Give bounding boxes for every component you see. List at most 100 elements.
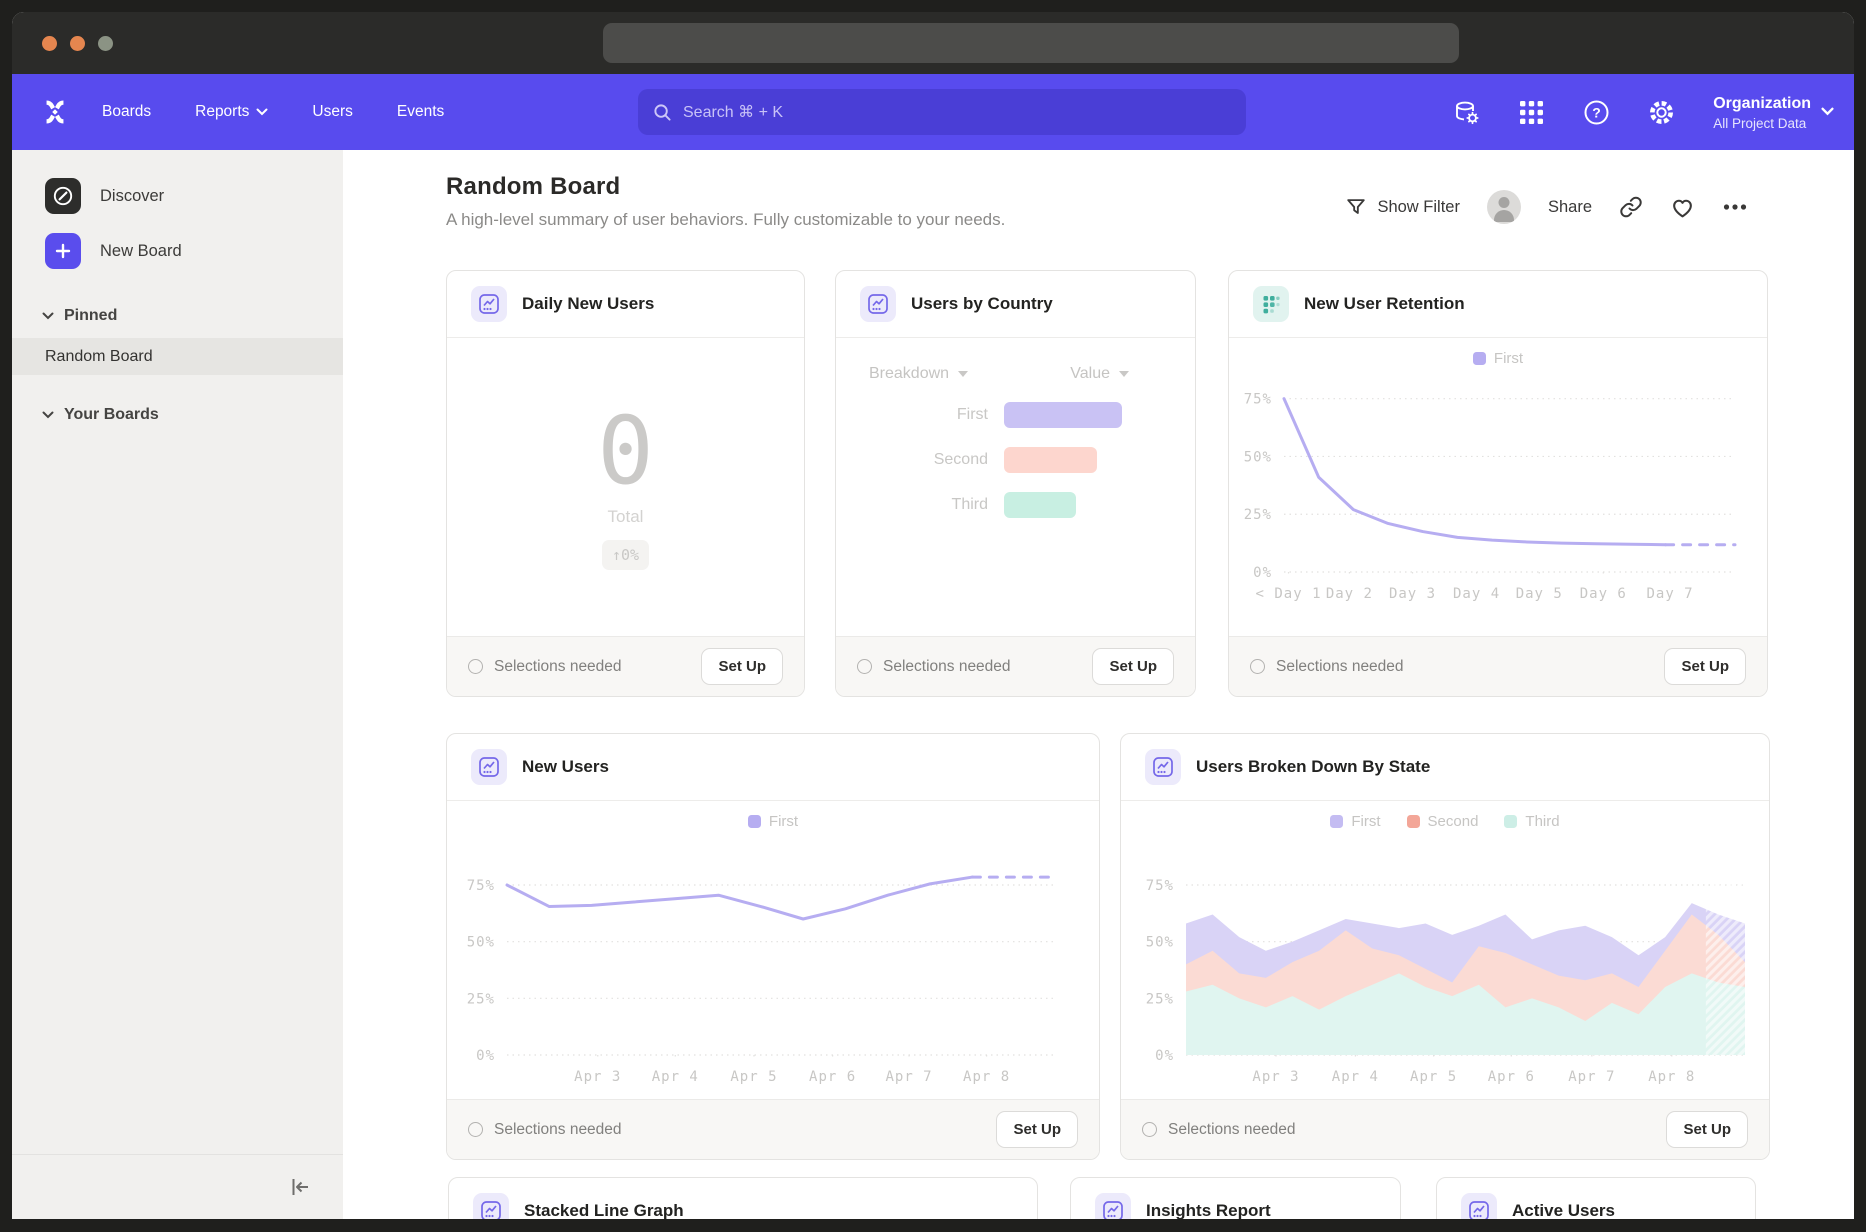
sidebar-section-pinned[interactable]: Pinned (42, 307, 343, 325)
legend-swatch (748, 815, 761, 828)
card-footer: Selections needed Set Up (836, 636, 1195, 696)
line-chart-icon (1145, 749, 1181, 785)
status-text: Selections needed (494, 1121, 622, 1139)
svg-text:75%: 75% (1244, 392, 1272, 408)
svg-text:50%: 50% (1146, 935, 1174, 951)
nav-item-reports[interactable]: Reports (195, 103, 268, 121)
sidebar-item-discover[interactable]: Discover (45, 176, 343, 216)
card-new-users: New Users First 75%50%25%0%Apr 3Apr 4Apr… (446, 733, 1100, 1160)
value-dropdown[interactable]: Value (1070, 365, 1129, 383)
set-up-button[interactable]: Set Up (1664, 648, 1746, 685)
browser-window: Boards Reports Users Events Search ⌘ + K (12, 12, 1854, 1219)
country-row-bar (1004, 447, 1097, 473)
svg-text:75%: 75% (1146, 878, 1174, 894)
board-main: Random Board A high-level summary of use… (343, 150, 1854, 1219)
card-new-user-retention: New User Retention First 75%50%25%0%< Da… (1228, 270, 1768, 697)
show-filter-button[interactable]: Show Filter (1345, 196, 1460, 218)
svg-text:0%: 0% (1155, 1048, 1174, 1064)
zoom-window-icon[interactable] (98, 36, 113, 51)
svg-text:Apr 7: Apr 7 (1568, 1069, 1615, 1085)
copy-link-icon[interactable] (1619, 195, 1643, 219)
close-window-icon[interactable] (42, 36, 57, 51)
svg-text:25%: 25% (1244, 507, 1272, 523)
org-switcher[interactable]: Organization All Project Data (1713, 93, 1834, 130)
set-up-button[interactable]: Set Up (1092, 648, 1174, 685)
legend-label: First (769, 813, 798, 830)
status-circle-icon (468, 1122, 483, 1137)
legend-item: Second (1407, 813, 1479, 830)
legend-item: First (748, 813, 798, 830)
retention-grid-icon (1253, 286, 1289, 322)
chevron-down-icon (256, 108, 268, 116)
chevron-down-icon (958, 371, 968, 377)
card-header: Users Broken Down By State (1121, 734, 1769, 801)
svg-text:25%: 25% (467, 991, 495, 1007)
org-name: Organization (1713, 93, 1811, 115)
breakdown-dropdown[interactable]: Breakdown (869, 365, 968, 383)
nav-item-events[interactable]: Events (397, 103, 444, 121)
svg-text:Day 3: Day 3 (1389, 586, 1436, 602)
set-up-button[interactable]: Set Up (701, 648, 783, 685)
svg-text:Apr 5: Apr 5 (730, 1069, 777, 1085)
card-footer: Selections needed Set Up (447, 636, 804, 696)
card-daily-new-users: Daily New Users 0 Total ↑0% Selections n… (446, 270, 805, 697)
search-placeholder: Search ⌘ + K (683, 102, 783, 122)
line-chart-icon (1461, 1193, 1497, 1219)
address-bar[interactable] (603, 23, 1459, 63)
svg-text:Day 7: Day 7 (1646, 586, 1693, 602)
sidebar-item-label: Discover (100, 187, 164, 206)
sidebar-board-random-board[interactable]: Random Board (12, 338, 343, 375)
set-up-button[interactable]: Set Up (1666, 1111, 1748, 1148)
country-row-label: Third (836, 496, 988, 514)
nav-menu: Boards Reports Users Events (102, 103, 444, 121)
status-circle-icon (857, 659, 872, 674)
apps-grid-icon[interactable] (1518, 99, 1545, 126)
chevron-down-icon (42, 411, 54, 419)
card-header: New Users (447, 734, 1099, 801)
svg-text:Apr 4: Apr 4 (652, 1069, 699, 1085)
line-chart-icon (473, 1193, 509, 1219)
help-icon[interactable]: ? (1583, 99, 1610, 126)
country-row-label: First (836, 406, 988, 424)
org-scope: All Project Data (1713, 116, 1811, 131)
legend-swatch (1504, 815, 1517, 828)
avatar[interactable] (1487, 190, 1521, 224)
svg-text:Day 4: Day 4 (1453, 586, 1500, 602)
country-row: Third (836, 492, 1195, 518)
svg-text:< Day 1: < Day 1 (1256, 586, 1322, 602)
chart-legend: First (447, 813, 1099, 830)
sidebar-item-new-board[interactable]: New Board (45, 231, 343, 271)
settings-gear-icon[interactable] (1648, 99, 1675, 126)
legend-swatch (1407, 815, 1420, 828)
country-row-bar (1004, 402, 1122, 428)
chart-legend: FirstSecondThird (1121, 813, 1769, 830)
line-chart-icon (860, 286, 896, 322)
metric-block: 0 Total ↑0% (447, 338, 804, 636)
country-rows: FirstSecondThird (836, 402, 1195, 518)
search-icon (653, 103, 672, 122)
status-text: Selections needed (1276, 658, 1404, 676)
mixpanel-logo-icon[interactable] (40, 96, 70, 128)
search-input[interactable]: Search ⌘ + K (638, 89, 1246, 135)
chevron-down-icon (1821, 107, 1834, 116)
status-circle-icon (1142, 1122, 1157, 1137)
metric-label: Total (608, 507, 644, 527)
sidebar-section-your-boards[interactable]: Your Boards (42, 406, 343, 424)
svg-text:Apr 8: Apr 8 (963, 1069, 1010, 1085)
share-button[interactable]: Share (1548, 198, 1592, 217)
svg-text:Apr 5: Apr 5 (1410, 1069, 1457, 1085)
svg-text:Apr 8: Apr 8 (1648, 1069, 1695, 1085)
data-management-icon[interactable] (1453, 99, 1480, 126)
nav-item-users[interactable]: Users (312, 103, 352, 121)
favorite-heart-icon[interactable] (1670, 195, 1695, 220)
sidebar-item-label: New Board (100, 242, 182, 261)
minimize-window-icon[interactable] (70, 36, 85, 51)
collapse-sidebar-icon[interactable] (287, 1174, 313, 1200)
more-options-icon[interactable] (1722, 194, 1748, 220)
nav-item-boards[interactable]: Boards (102, 103, 151, 121)
set-up-button[interactable]: Set Up (996, 1111, 1078, 1148)
svg-text:75%: 75% (467, 878, 495, 894)
svg-text:Apr 6: Apr 6 (809, 1069, 856, 1085)
card-header: Active Users (1437, 1178, 1755, 1219)
legend-label: Second (1428, 813, 1479, 830)
